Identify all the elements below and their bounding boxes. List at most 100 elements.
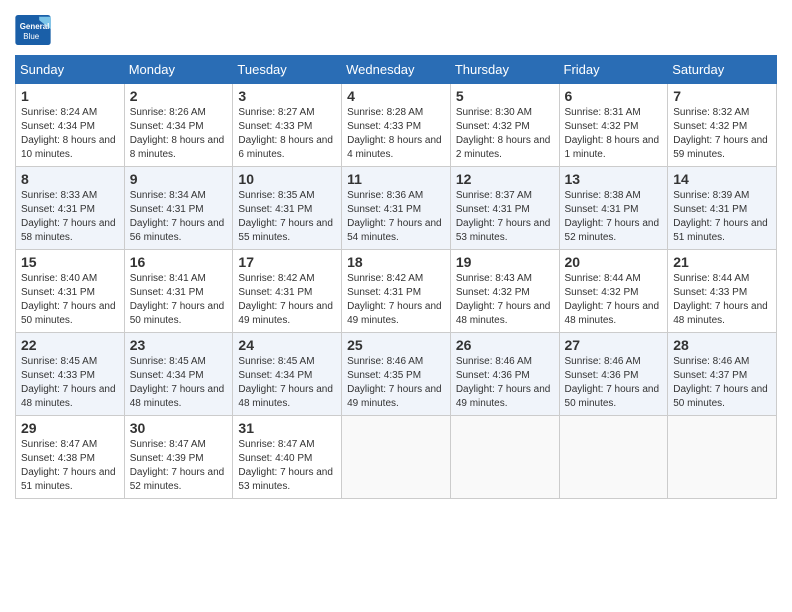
svg-text:General: General xyxy=(20,22,50,31)
empty-cell xyxy=(450,416,559,499)
day-info: Sunrise: 8:41 AMSunset: 4:31 PMDaylight:… xyxy=(130,272,228,328)
day-number: 14 xyxy=(673,171,771,187)
calendar-day-cell: 8 Sunrise: 8:33 AMSunset: 4:31 PMDaylight… xyxy=(16,167,125,250)
calendar-table: SundayMondayTuesdayWednesdayThursdayFrid… xyxy=(15,55,777,499)
day-info: Sunrise: 8:27 AMSunset: 4:33 PMDaylight:… xyxy=(238,106,336,162)
day-info: Sunrise: 8:39 AMSunset: 4:31 PMDaylight:… xyxy=(673,189,771,245)
day-info: Sunrise: 8:30 AMSunset: 4:32 PMDaylight:… xyxy=(456,106,554,162)
day-info: Sunrise: 8:45 AMSunset: 4:33 PMDaylight:… xyxy=(21,355,119,411)
calendar-day-cell: 20 Sunrise: 8:44 AMSunset: 4:32 PMDayligh… xyxy=(559,250,668,333)
day-info: Sunrise: 8:33 AMSunset: 4:31 PMDaylight:… xyxy=(21,189,119,245)
day-info: Sunrise: 8:46 AMSunset: 4:36 PMDaylight:… xyxy=(565,355,663,411)
weekday-header-thursday: Thursday xyxy=(450,56,559,84)
day-number: 22 xyxy=(21,337,119,353)
calendar-day-cell: 5Sunrise: 8:30 AMSunset: 4:32 PMDaylight… xyxy=(450,84,559,167)
day-number: 26 xyxy=(456,337,554,353)
day-info: Sunrise: 8:47 AMSunset: 4:38 PMDaylight:… xyxy=(21,438,119,494)
day-number: 21 xyxy=(673,254,771,270)
weekday-header-sunday: Sunday xyxy=(16,56,125,84)
day-info: Sunrise: 8:42 AMSunset: 4:31 PMDaylight:… xyxy=(347,272,445,328)
day-info: Sunrise: 8:47 AMSunset: 4:40 PMDaylight:… xyxy=(238,438,336,494)
day-number: 13 xyxy=(565,171,663,187)
day-number: 9 xyxy=(130,171,228,187)
logo-icon: General Blue xyxy=(15,15,51,45)
logo: General Blue xyxy=(15,15,51,45)
day-info: Sunrise: 8:45 AMSunset: 4:34 PMDaylight:… xyxy=(238,355,336,411)
day-number: 31 xyxy=(238,420,336,436)
calendar-day-cell: 2Sunrise: 8:26 AMSunset: 4:34 PMDaylight… xyxy=(124,84,233,167)
day-info: Sunrise: 8:46 AMSunset: 4:37 PMDaylight:… xyxy=(673,355,771,411)
day-number: 24 xyxy=(238,337,336,353)
day-number: 19 xyxy=(456,254,554,270)
calendar-day-cell: 19Sunrise: 8:43 AMSunset: 4:32 PMDayligh… xyxy=(450,250,559,333)
day-number: 4 xyxy=(347,88,445,104)
day-info: Sunrise: 8:37 AMSunset: 4:31 PMDaylight:… xyxy=(456,189,554,245)
calendar-day-cell: 7 Sunrise: 8:32 AMSunset: 4:32 PMDaylight… xyxy=(668,84,777,167)
day-number: 10 xyxy=(238,171,336,187)
calendar-day-cell: 3 Sunrise: 8:27 AMSunset: 4:33 PMDaylight… xyxy=(233,84,342,167)
calendar-day-cell: 13Sunrise: 8:38 AMSunset: 4:31 PMDayligh… xyxy=(559,167,668,250)
calendar-day-cell: 27 Sunrise: 8:46 AMSunset: 4:36 PMDayligh… xyxy=(559,333,668,416)
calendar-day-cell: 29 Sunrise: 8:47 AMSunset: 4:38 PMDayligh… xyxy=(16,416,125,499)
calendar-day-cell: 9 Sunrise: 8:34 AMSunset: 4:31 PMDaylight… xyxy=(124,167,233,250)
calendar-week-row: 15Sunrise: 8:40 AMSunset: 4:31 PMDayligh… xyxy=(16,250,777,333)
calendar-day-cell: 17 Sunrise: 8:42 AMSunset: 4:31 PMDayligh… xyxy=(233,250,342,333)
calendar-day-cell: 24 Sunrise: 8:45 AMSunset: 4:34 PMDayligh… xyxy=(233,333,342,416)
day-info: Sunrise: 8:26 AMSunset: 4:34 PMDaylight:… xyxy=(130,106,228,162)
day-number: 8 xyxy=(21,171,119,187)
day-number: 7 xyxy=(673,88,771,104)
day-number: 30 xyxy=(130,420,228,436)
calendar-day-cell: 14 Sunrise: 8:39 AMSunset: 4:31 PMDayligh… xyxy=(668,167,777,250)
day-info: Sunrise: 8:34 AMSunset: 4:31 PMDaylight:… xyxy=(130,189,228,245)
day-info: Sunrise: 8:31 AMSunset: 4:32 PMDaylight:… xyxy=(565,106,663,162)
calendar-day-cell: 1 Sunrise: 8:24 AMSunset: 4:34 PMDaylight… xyxy=(16,84,125,167)
calendar-week-row: 1 Sunrise: 8:24 AMSunset: 4:34 PMDaylight… xyxy=(16,84,777,167)
weekday-header-wednesday: Wednesday xyxy=(342,56,451,84)
calendar-week-row: 8 Sunrise: 8:33 AMSunset: 4:31 PMDaylight… xyxy=(16,167,777,250)
day-info: Sunrise: 8:45 AMSunset: 4:34 PMDaylight:… xyxy=(130,355,228,411)
day-number: 27 xyxy=(565,337,663,353)
empty-cell xyxy=(668,416,777,499)
day-number: 1 xyxy=(21,88,119,104)
svg-text:Blue: Blue xyxy=(23,32,39,41)
day-info: Sunrise: 8:44 AMSunset: 4:32 PMDaylight:… xyxy=(565,272,663,328)
calendar-week-row: 29 Sunrise: 8:47 AMSunset: 4:38 PMDayligh… xyxy=(16,416,777,499)
calendar-day-cell: 4 Sunrise: 8:28 AMSunset: 4:33 PMDaylight… xyxy=(342,84,451,167)
day-info: Sunrise: 8:32 AMSunset: 4:32 PMDaylight:… xyxy=(673,106,771,162)
day-info: Sunrise: 8:40 AMSunset: 4:31 PMDaylight:… xyxy=(21,272,119,328)
calendar-day-cell: 28Sunrise: 8:46 AMSunset: 4:37 PMDayligh… xyxy=(668,333,777,416)
day-number: 29 xyxy=(21,420,119,436)
weekday-header-monday: Monday xyxy=(124,56,233,84)
day-info: Sunrise: 8:42 AMSunset: 4:31 PMDaylight:… xyxy=(238,272,336,328)
day-number: 6 xyxy=(565,88,663,104)
day-number: 16 xyxy=(130,254,228,270)
weekday-header-saturday: Saturday xyxy=(668,56,777,84)
calendar-day-cell: 16 Sunrise: 8:41 AMSunset: 4:31 PMDayligh… xyxy=(124,250,233,333)
day-number: 25 xyxy=(347,337,445,353)
day-info: Sunrise: 8:47 AMSunset: 4:39 PMDaylight:… xyxy=(130,438,228,494)
calendar-day-cell: 30 Sunrise: 8:47 AMSunset: 4:39 PMDayligh… xyxy=(124,416,233,499)
header: General Blue xyxy=(15,15,777,45)
calendar-day-cell: 6 Sunrise: 8:31 AMSunset: 4:32 PMDaylight… xyxy=(559,84,668,167)
empty-cell xyxy=(559,416,668,499)
day-info: Sunrise: 8:46 AMSunset: 4:35 PMDaylight:… xyxy=(347,355,445,411)
calendar-day-cell: 26 Sunrise: 8:46 AMSunset: 4:36 PMDayligh… xyxy=(450,333,559,416)
calendar-day-cell: 21Sunrise: 8:44 AMSunset: 4:33 PMDayligh… xyxy=(668,250,777,333)
day-number: 17 xyxy=(238,254,336,270)
day-number: 11 xyxy=(347,171,445,187)
day-info: Sunrise: 8:24 AMSunset: 4:34 PMDaylight:… xyxy=(21,106,119,162)
calendar-day-cell: 12Sunrise: 8:37 AMSunset: 4:31 PMDayligh… xyxy=(450,167,559,250)
empty-cell xyxy=(342,416,451,499)
day-info: Sunrise: 8:35 AMSunset: 4:31 PMDaylight:… xyxy=(238,189,336,245)
calendar-day-cell: 31 Sunrise: 8:47 AMSunset: 4:40 PMDayligh… xyxy=(233,416,342,499)
day-number: 23 xyxy=(130,337,228,353)
day-info: Sunrise: 8:46 AMSunset: 4:36 PMDaylight:… xyxy=(456,355,554,411)
weekday-header-friday: Friday xyxy=(559,56,668,84)
calendar-day-cell: 23 Sunrise: 8:45 AMSunset: 4:34 PMDayligh… xyxy=(124,333,233,416)
day-info: Sunrise: 8:28 AMSunset: 4:33 PMDaylight:… xyxy=(347,106,445,162)
day-number: 3 xyxy=(238,88,336,104)
day-number: 20 xyxy=(565,254,663,270)
calendar-day-cell: 22 Sunrise: 8:45 AMSunset: 4:33 PMDayligh… xyxy=(16,333,125,416)
calendar-day-cell: 25 Sunrise: 8:46 AMSunset: 4:35 PMDayligh… xyxy=(342,333,451,416)
weekday-header-tuesday: Tuesday xyxy=(233,56,342,84)
